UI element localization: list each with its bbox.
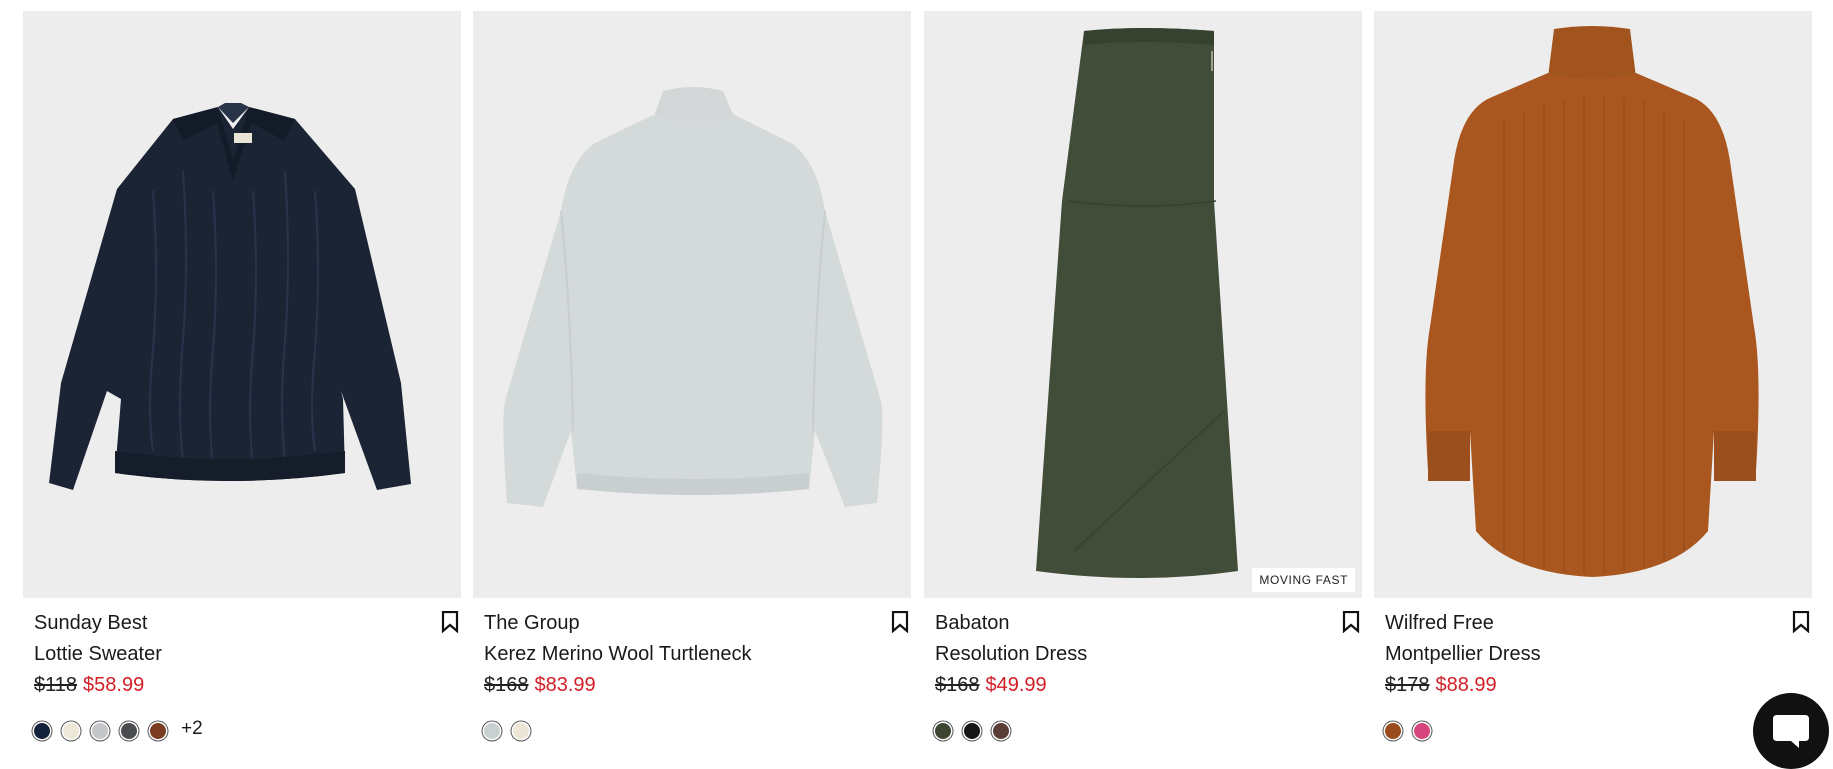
product-name[interactable]: Montpellier Dress bbox=[1385, 642, 1541, 666]
product-image-kerez-turtleneck[interactable] bbox=[473, 11, 911, 598]
color-swatch[interactable] bbox=[1414, 723, 1430, 739]
sale-price: $49.99 bbox=[985, 674, 1047, 696]
sweater-dress-image bbox=[1425, 26, 1759, 577]
product-brand[interactable]: The Group bbox=[484, 611, 580, 635]
turtleneck-sweater-image bbox=[503, 87, 883, 507]
color-swatch[interactable] bbox=[513, 723, 529, 739]
product-card[interactable]: Wilfred Free Montpellier Dress $178 $88.9… bbox=[1374, 11, 1812, 768]
sale-price: $58.99 bbox=[83, 674, 145, 696]
color-swatch[interactable] bbox=[150, 723, 166, 739]
product-card[interactable]: The Group Kerez Merino Wool Turtleneck $… bbox=[473, 11, 911, 768]
color-swatch[interactable] bbox=[92, 723, 108, 739]
color-swatch[interactable] bbox=[121, 723, 137, 739]
bookmark-icon[interactable] bbox=[891, 611, 909, 633]
bookmark-icon[interactable] bbox=[1792, 611, 1810, 633]
product-brand[interactable]: Wilfred Free bbox=[1385, 611, 1494, 635]
color-swatch[interactable] bbox=[484, 723, 500, 739]
color-swatches bbox=[484, 719, 542, 743]
product-price: $118 $58.99 bbox=[34, 673, 144, 697]
product-card[interactable]: MOVING FAST Babaton Resolution Dress $16… bbox=[924, 11, 1362, 768]
product-image-lottie-sweater[interactable] bbox=[23, 11, 461, 598]
color-swatch[interactable] bbox=[964, 723, 980, 739]
product-name[interactable]: Kerez Merino Wool Turtleneck bbox=[484, 642, 752, 666]
color-swatch[interactable] bbox=[993, 723, 1009, 739]
more-colors-link[interactable]: +2 bbox=[181, 718, 203, 740]
cable-knit-sweater-image bbox=[49, 103, 411, 490]
color-swatches bbox=[1385, 719, 1443, 743]
product-price: $168 $83.99 bbox=[484, 673, 596, 697]
bookmark-icon[interactable] bbox=[441, 611, 459, 633]
chat-icon bbox=[1773, 715, 1809, 748]
bookmark-icon[interactable] bbox=[1342, 611, 1360, 633]
product-price: $168 $49.99 bbox=[935, 673, 1047, 697]
color-swatch[interactable] bbox=[935, 723, 951, 739]
color-swatch[interactable] bbox=[1385, 723, 1401, 739]
product-name[interactable]: Resolution Dress bbox=[935, 642, 1087, 666]
original-price: $168 bbox=[935, 674, 980, 696]
sale-price: $83.99 bbox=[534, 674, 596, 696]
product-grid: Sunday Best Lottie Sweater $118 $58.99 +2 bbox=[23, 11, 1813, 768]
sale-price: $88.99 bbox=[1435, 674, 1497, 696]
color-swatches bbox=[935, 719, 1022, 743]
strapless-dress-image bbox=[1036, 28, 1238, 578]
original-price: $168 bbox=[484, 674, 529, 696]
color-swatch[interactable] bbox=[34, 723, 50, 739]
product-card[interactable]: Sunday Best Lottie Sweater $118 $58.99 +2 bbox=[23, 11, 461, 768]
product-name[interactable]: Lottie Sweater bbox=[34, 642, 162, 666]
product-price: $178 $88.99 bbox=[1385, 673, 1497, 697]
original-price: $178 bbox=[1385, 674, 1430, 696]
chat-button[interactable] bbox=[1753, 693, 1829, 769]
product-brand[interactable]: Sunday Best bbox=[34, 611, 147, 635]
product-brand[interactable]: Babaton bbox=[935, 611, 1010, 635]
product-image-resolution-dress[interactable]: MOVING FAST bbox=[924, 11, 1362, 598]
original-price: $118 bbox=[34, 674, 78, 696]
product-image-montpellier-dress[interactable] bbox=[1374, 11, 1812, 598]
color-swatches: +2 bbox=[34, 718, 203, 743]
color-swatch[interactable] bbox=[63, 723, 79, 739]
moving-fast-badge: MOVING FAST bbox=[1252, 568, 1355, 592]
